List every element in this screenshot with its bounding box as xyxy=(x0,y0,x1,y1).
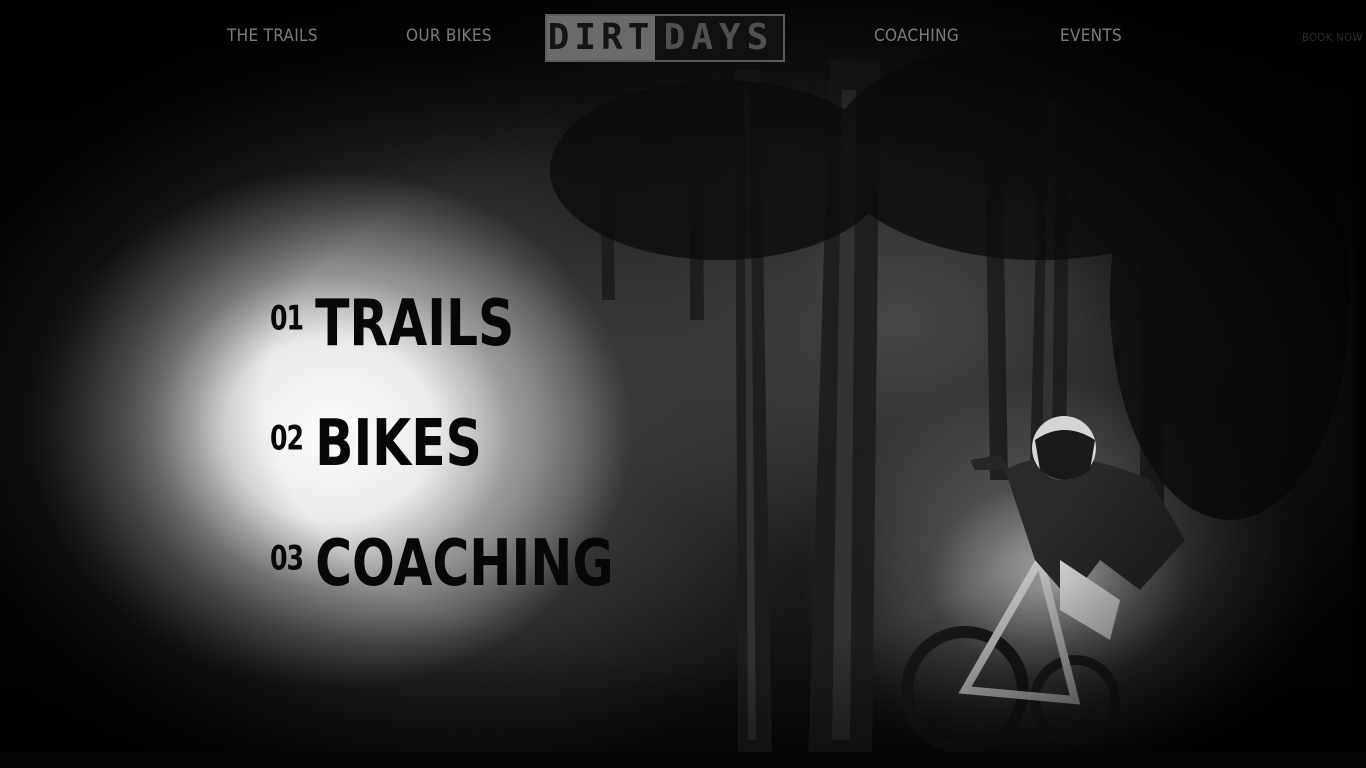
menu-item-number: 01 xyxy=(270,298,304,338)
forest-scene-image xyxy=(550,40,1350,760)
top-navigation: THE TRAILS OUR BIKES DIRT DAYS COACHING … xyxy=(0,0,1366,80)
menu-item-trails[interactable]: 01 TRAILS xyxy=(270,289,514,358)
rider-helmet-visor xyxy=(1035,430,1095,480)
home-page: THE TRAILS OUR BIKES DIRT DAYS COACHING … xyxy=(0,0,1366,768)
nav-link-coaching[interactable]: COACHING xyxy=(874,26,959,46)
menu-item-label: TRAILS xyxy=(315,286,515,362)
right-edge-shadow xyxy=(1352,0,1366,768)
menu-item-number: 02 xyxy=(270,418,304,458)
bottom-edge-bar xyxy=(0,752,1366,768)
menu-item-number: 03 xyxy=(270,538,304,578)
menu-item-coaching[interactable]: 03 COACHING xyxy=(270,529,614,598)
nav-link-our-bikes[interactable]: OUR BIKES xyxy=(406,26,492,46)
nav-link-the-trails[interactable]: THE TRAILS xyxy=(227,26,318,46)
book-now-link[interactable]: BOOK NOW xyxy=(1302,31,1363,44)
menu-item-bikes[interactable]: 02 BIKES xyxy=(270,409,482,478)
menu-item-label: COACHING xyxy=(315,526,614,602)
menu-item-label: BIKES xyxy=(315,406,482,482)
nav-link-events[interactable]: EVENTS xyxy=(1060,26,1122,46)
dirt-days-logo[interactable]: DIRT DAYS xyxy=(545,14,785,62)
logo-word-dirt: DIRT xyxy=(547,16,655,60)
foliage xyxy=(1110,80,1350,520)
logo-word-days: DAYS xyxy=(655,16,783,60)
